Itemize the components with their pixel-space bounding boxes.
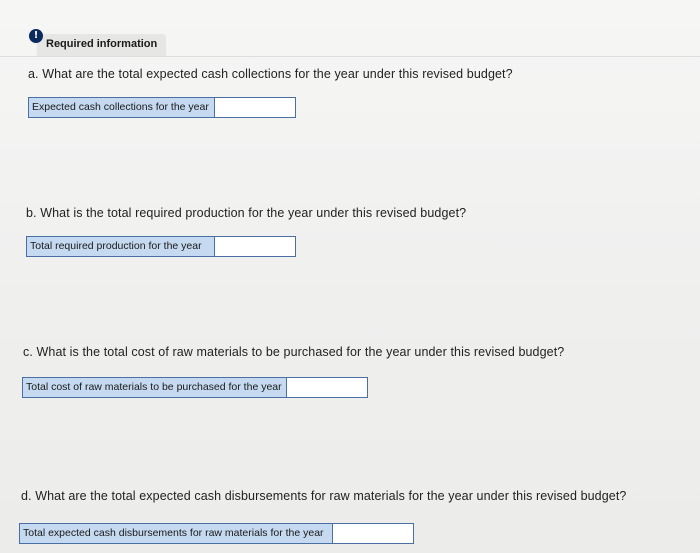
answer-label-a: Expected cash collections for the year	[29, 98, 215, 117]
expected-cash-collections-input[interactable]	[215, 98, 295, 117]
answer-label-c: Total cost of raw materials to be purcha…	[23, 378, 287, 397]
answer-label-b: Total required production for the year	[27, 237, 215, 256]
question-b-prompt: b. What is the total required production…	[26, 206, 467, 220]
page: ! Required information a. What are the t…	[0, 0, 700, 553]
cash-disbursements-input[interactable]	[333, 524, 413, 543]
question-a-prompt: a. What are the total expected cash coll…	[28, 67, 513, 81]
answer-label-d: Total expected cash disbursements for ra…	[20, 524, 333, 543]
question-c-prompt: c. What is the total cost of raw materia…	[23, 345, 565, 359]
question-d-prompt: d. What are the total expected cash disb…	[21, 489, 627, 503]
total-required-production-input[interactable]	[215, 237, 295, 256]
exclamation-circle-icon: !	[29, 29, 43, 43]
answer-row-b: Total required production for the year	[26, 236, 296, 257]
answer-row-c: Total cost of raw materials to be purcha…	[22, 377, 368, 398]
required-information-label[interactable]: Required information	[46, 38, 157, 50]
answer-row-d: Total expected cash disbursements for ra…	[19, 523, 414, 544]
header-divider	[0, 56, 700, 57]
answer-row-a: Expected cash collections for the year	[28, 97, 296, 118]
raw-materials-cost-input[interactable]	[287, 378, 367, 397]
